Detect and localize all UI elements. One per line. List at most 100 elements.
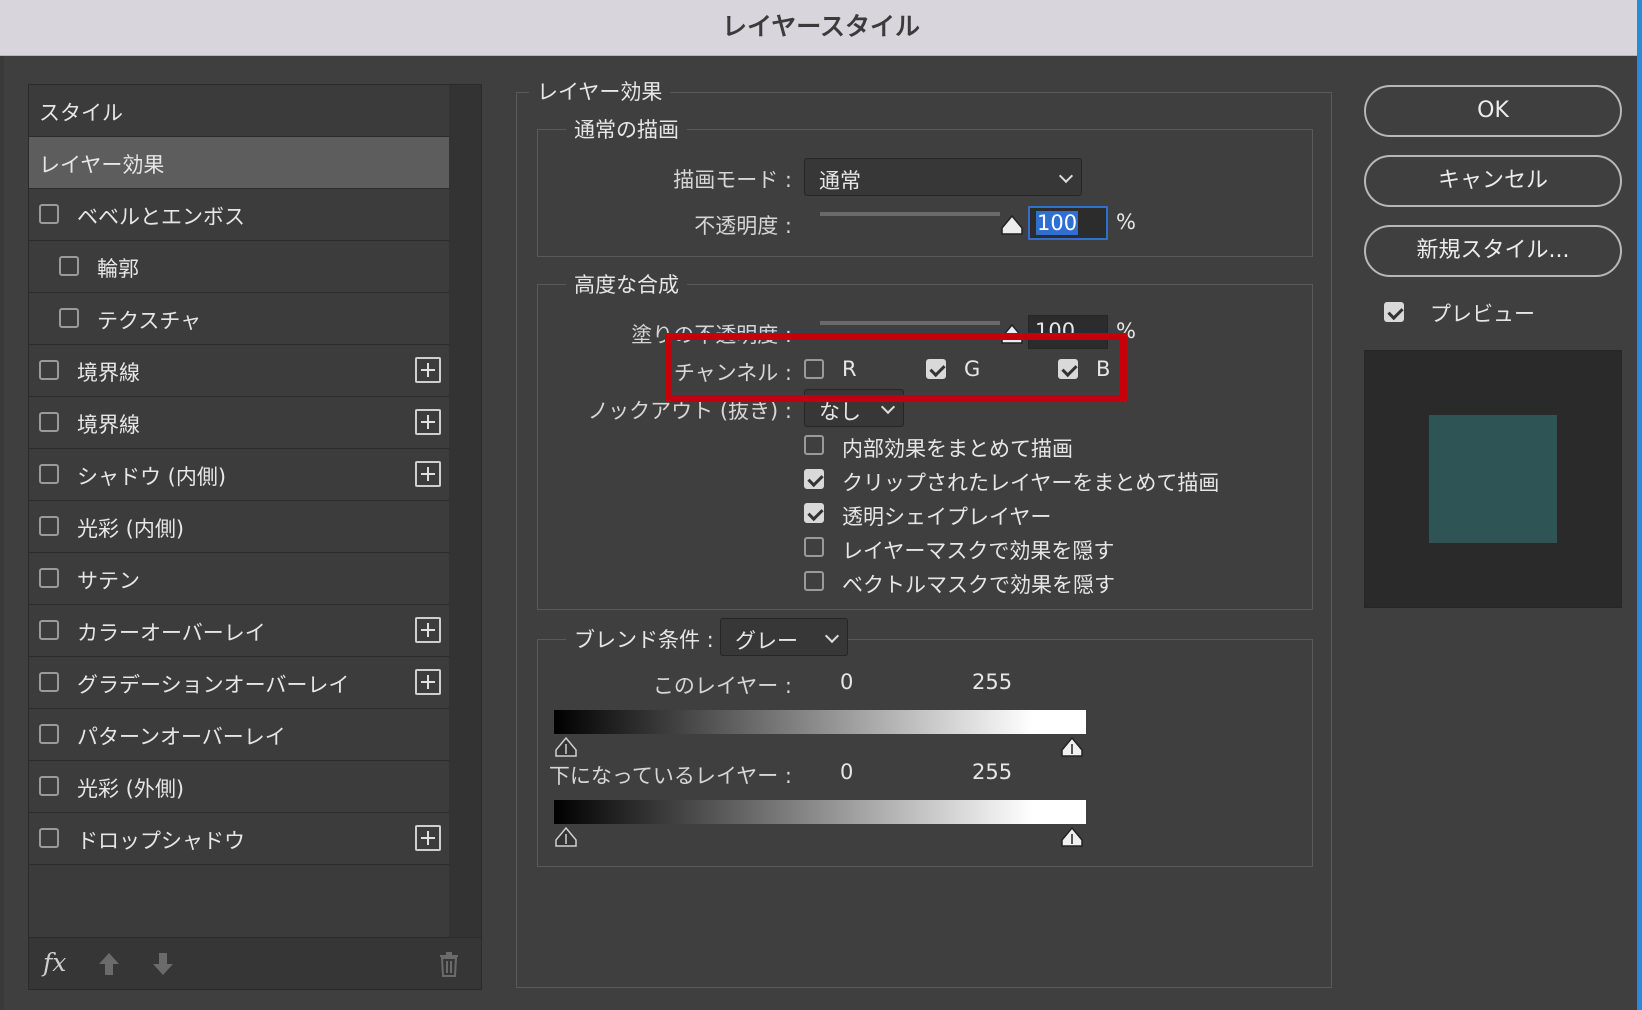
- sidebar-item-checkbox[interactable]: [39, 516, 59, 536]
- sidebar-item-10[interactable]: カラーオーバーレイ: [29, 605, 449, 657]
- this-layer-label: このレイヤー :: [652, 674, 792, 698]
- sidebar-item-label: スタイル: [39, 101, 123, 125]
- sidebar-item-13[interactable]: 光彩 (外側): [29, 761, 449, 813]
- option-checkbox[interactable]: [804, 571, 824, 591]
- preview-toggle[interactable]: プレビュー: [1384, 296, 1624, 328]
- sidebar-item-12[interactable]: パターンオーバーレイ: [29, 709, 449, 761]
- sidebar-item-5[interactable]: 境界線: [29, 345, 449, 397]
- fill-opacity-slider[interactable]: [820, 321, 1000, 325]
- this-layer-gradient: [554, 710, 1086, 734]
- sidebar-item-checkbox[interactable]: [39, 776, 59, 796]
- sidebar-item-checkbox[interactable]: [59, 308, 79, 328]
- style-list: スタイル レイヤー効果 ベベルとエンボス 輪郭 テクスチャ 境界線 境界線 シャドウ (内側)…: [28, 84, 482, 990]
- sidebar-item-2[interactable]: ベベルとエンボス: [29, 189, 449, 241]
- sidebar-item-checkbox[interactable]: [39, 464, 59, 484]
- underlying-layer-min: 0: [840, 760, 854, 784]
- layer-effects-panel: レイヤー効果 通常の描画 描画モード : 通常 不透明度 : 100 % 高度な…: [516, 76, 1332, 988]
- sidebar-item-8[interactable]: 光彩 (内側): [29, 501, 449, 553]
- opacity-slider-thumb[interactable]: [1000, 214, 1024, 236]
- sidebar-item-14[interactable]: ドロップシャドウ: [29, 813, 449, 865]
- sidebar-item-label: 境界線: [77, 413, 140, 437]
- blend-mode-value: 通常: [819, 169, 861, 193]
- sidebar-item-6[interactable]: 境界線: [29, 397, 449, 449]
- move-up-icon[interactable]: [95, 950, 123, 978]
- blend-if-group: ブレンド条件 : グレー このレイヤー : 0 255 下になっているレイヤー …: [537, 618, 1313, 867]
- this-layer-black-thumb[interactable]: [554, 736, 578, 758]
- sidebar-item-checkbox[interactable]: [39, 724, 59, 744]
- option-label: 透明シェイプレイヤー: [842, 505, 1052, 529]
- option-label: ベクトルマスクで効果を隠す: [842, 573, 1115, 597]
- cancel-button[interactable]: キャンセル: [1364, 155, 1622, 207]
- option-checkbox[interactable]: [804, 469, 824, 489]
- preview-swatch: [1429, 415, 1557, 543]
- add-effect-icon[interactable]: [415, 617, 441, 643]
- add-effect-icon[interactable]: [415, 825, 441, 851]
- blend-if-dropdown[interactable]: グレー: [720, 618, 848, 656]
- blend-mode-dropdown[interactable]: 通常: [804, 158, 1082, 196]
- sidebar-item-4[interactable]: テクスチャ: [29, 293, 449, 345]
- underlying-layer-gradient: [554, 800, 1086, 824]
- new-style-button[interactable]: 新規スタイル...: [1364, 225, 1622, 277]
- sidebar-item-label: 境界線: [77, 361, 140, 385]
- underlying-layer-white-thumb[interactable]: [1060, 826, 1084, 848]
- sidebar-item-checkbox[interactable]: [39, 360, 59, 380]
- sidebar-item-checkbox[interactable]: [39, 828, 59, 848]
- sidebar-item-label: ベベルとエンボス: [77, 205, 245, 229]
- advanced-option-3[interactable]: レイヤーマスクで効果を隠す: [804, 533, 1304, 565]
- add-effect-icon[interactable]: [415, 357, 441, 383]
- add-effect-icon[interactable]: [415, 409, 441, 435]
- preview-thumbnail: [1364, 350, 1622, 608]
- sidebar-item-checkbox[interactable]: [39, 672, 59, 692]
- ok-button[interactable]: OK: [1364, 85, 1622, 137]
- underlying-layer-black-thumb[interactable]: [554, 826, 578, 848]
- chevron-down-icon: [880, 399, 896, 415]
- add-effect-icon[interactable]: [415, 669, 441, 695]
- option-checkbox[interactable]: [804, 435, 824, 455]
- fx-icon[interactable]: fx: [43, 948, 66, 977]
- advanced-option-4[interactable]: ベクトルマスクで効果を隠す: [804, 567, 1304, 599]
- opacity-label: 不透明度 :: [694, 214, 792, 238]
- opacity-input[interactable]: 100: [1028, 206, 1108, 240]
- add-effect-icon[interactable]: [415, 461, 441, 487]
- option-label: レイヤーマスクで効果を隠す: [842, 539, 1115, 563]
- sidebar-item-checkbox[interactable]: [39, 204, 59, 224]
- chevron-down-icon: [824, 628, 840, 644]
- sidebar-item-9[interactable]: サテン: [29, 553, 449, 605]
- style-list-footer: fx: [29, 937, 481, 989]
- sidebar-item-3[interactable]: 輪郭: [29, 241, 449, 293]
- move-down-icon[interactable]: [149, 950, 177, 978]
- sidebar-item-11[interactable]: グラデーションオーバーレイ: [29, 657, 449, 709]
- sidebar-item-label: ドロップシャドウ: [77, 829, 245, 853]
- sidebar-item-0[interactable]: スタイル: [29, 85, 449, 137]
- underlying-layer-label: 下になっているレイヤー :: [548, 764, 792, 788]
- opacity-slider[interactable]: [820, 212, 1000, 216]
- sidebar-item-label: シャドウ (内側): [77, 465, 227, 489]
- sidebar-item-checkbox[interactable]: [39, 568, 59, 588]
- advanced-options: 内部効果をまとめて描画 クリップされたレイヤーをまとめて描画透明シェイプレイヤーレ…: [804, 431, 1304, 601]
- sidebar-item-label: 光彩 (外側): [77, 777, 185, 801]
- trash-icon[interactable]: [435, 950, 463, 978]
- this-layer-min: 0: [840, 670, 854, 694]
- sidebar-item-label: レイヤー効果: [39, 153, 165, 177]
- option-checkbox[interactable]: [804, 503, 824, 523]
- blend-mode-label: 描画モード :: [673, 168, 792, 192]
- sidebar-item-checkbox[interactable]: [39, 620, 59, 640]
- style-list-items: スタイル レイヤー効果 ベベルとエンボス 輪郭 テクスチャ 境界線 境界線 シャドウ (内側)…: [29, 85, 449, 937]
- preview-label: プレビュー: [1430, 302, 1535, 326]
- option-checkbox[interactable]: [804, 537, 824, 557]
- opacity-percent: %: [1116, 210, 1136, 234]
- sidebar-item-checkbox[interactable]: [59, 256, 79, 276]
- advanced-option-1[interactable]: クリップされたレイヤーをまとめて描画: [804, 465, 1304, 497]
- advanced-option-0[interactable]: 内部効果をまとめて描画: [804, 431, 1304, 463]
- preview-checkbox[interactable]: [1384, 302, 1404, 322]
- this-layer-white-thumb[interactable]: [1060, 736, 1084, 758]
- window-title: レイヤースタイル: [721, 12, 920, 41]
- sidebar-item-label: テクスチャ: [97, 309, 202, 333]
- panel-title: レイヤー効果: [529, 76, 671, 106]
- blend-if-value: グレー: [735, 629, 798, 653]
- style-list-scrollbar[interactable]: [449, 85, 481, 937]
- sidebar-item-1[interactable]: レイヤー効果: [29, 137, 449, 189]
- sidebar-item-7[interactable]: シャドウ (内側): [29, 449, 449, 501]
- advanced-option-2[interactable]: 透明シェイプレイヤー: [804, 499, 1304, 531]
- sidebar-item-checkbox[interactable]: [39, 412, 59, 432]
